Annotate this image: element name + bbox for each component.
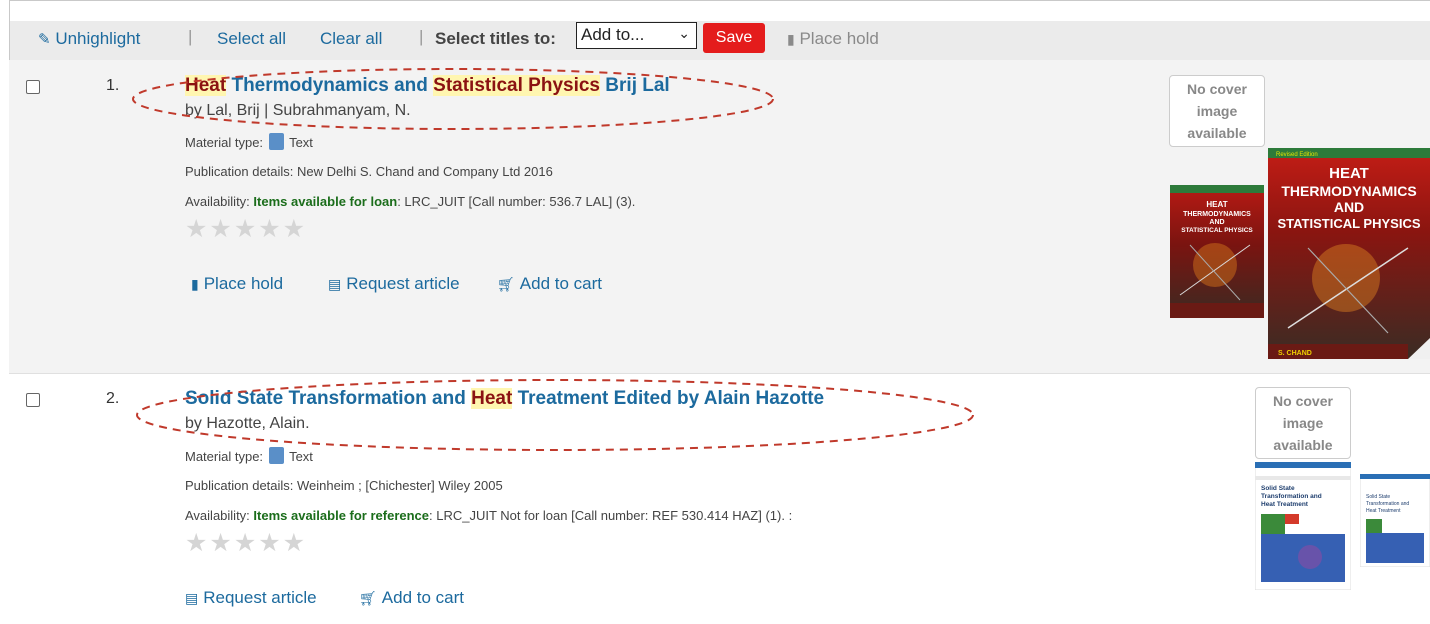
- no-cover-placeholder: No cover image available: [1169, 75, 1265, 147]
- publication-details: Publication details: New Delhi S. Chand …: [185, 164, 553, 179]
- clear-all-link[interactable]: Clear all: [320, 29, 382, 49]
- add-to-cart-link[interactable]: 🛒︎ Add to cart: [497, 274, 602, 294]
- select-titles-label: Select titles to:: [435, 29, 556, 48]
- book-cover-image[interactable]: HEAT THERMODYNAMICS AND STATISTICAL PHYS…: [1170, 185, 1264, 318]
- cart-icon: 🛒︎: [359, 590, 377, 606]
- chevron-down-icon: ⌄: [678, 25, 690, 41]
- result-author: by Lal, Brij | Subrahmanyam, N.: [185, 102, 411, 119]
- bookmark-icon: ▮: [787, 31, 795, 47]
- document-icon: ▤: [185, 590, 199, 606]
- request-article-link[interactable]: ▤ Request article: [185, 588, 317, 608]
- request-article-link[interactable]: ▤ Request article: [328, 274, 460, 294]
- place-hold-toolbar-button[interactable]: ▮ Place hold: [787, 29, 879, 49]
- save-button[interactable]: Save: [703, 23, 765, 53]
- rating-stars[interactable]: ★★★★★: [185, 528, 307, 558]
- cart-icon: 🛒︎: [497, 276, 515, 292]
- svg-text:Heat Treatment: Heat Treatment: [1366, 508, 1401, 514]
- svg-text:STATISTICAL PHYSICS: STATISTICAL PHYSICS: [1181, 227, 1253, 234]
- result-item: 1. Heat Thermodynamics and Statistical P…: [9, 60, 1430, 374]
- publication-details: Publication details: Weinheim ; [Chiches…: [185, 478, 503, 493]
- svg-text:Heat Treatment: Heat Treatment: [1261, 501, 1309, 508]
- toolbar-separator: |: [188, 27, 193, 46]
- rating-stars[interactable]: ★★★★★: [185, 214, 307, 244]
- result-number: 1.: [106, 77, 120, 94]
- availability: Availability: Items available for loan: …: [185, 194, 636, 209]
- book-cover-image-large[interactable]: Revised Edition HEAT THERMODYNAMICS AND …: [1268, 148, 1430, 359]
- add-to-cart-link[interactable]: 🛒︎ Add to cart: [359, 588, 464, 608]
- svg-text:Revised Edition: Revised Edition: [1276, 152, 1318, 158]
- svg-text:Transformation and: Transformation and: [1366, 501, 1409, 507]
- availability: Availability: Items available for refere…: [185, 508, 793, 523]
- add-to-select[interactable]: Add to... ⌄: [576, 22, 697, 49]
- svg-text:Solid State: Solid State: [1366, 494, 1390, 500]
- pencil-icon: ✎: [38, 31, 51, 48]
- svg-text:HEAT: HEAT: [1206, 200, 1227, 209]
- result-checkbox[interactable]: [26, 80, 40, 94]
- toolbar-separator: |: [419, 27, 424, 46]
- svg-text:Solid State: Solid State: [1261, 485, 1295, 492]
- document-icon: ▤: [328, 276, 342, 292]
- place-hold-link[interactable]: ▮ Place hold: [191, 274, 283, 294]
- result-author: by Hazotte, Alain.: [185, 415, 310, 432]
- svg-text:AND: AND: [1334, 199, 1364, 215]
- book-cover-image[interactable]: Solid State Transformation and Heat Trea…: [1255, 462, 1351, 590]
- svg-text:STATISTICAL PHYSICS: STATISTICAL PHYSICS: [1277, 216, 1420, 231]
- result-item: 2. Solid State Transformation and Heat T…: [9, 375, 1430, 624]
- svg-text:HEAT: HEAT: [1329, 165, 1369, 182]
- result-checkbox[interactable]: [26, 393, 40, 407]
- svg-text:AND: AND: [1209, 219, 1224, 226]
- result-title-link[interactable]: Heat Thermodynamics and Statistical Phys…: [185, 75, 670, 97]
- svg-text:Transformation and: Transformation and: [1261, 493, 1322, 500]
- result-title-link[interactable]: Solid State Transformation and Heat Trea…: [185, 388, 824, 410]
- svg-text:S. CHAND: S. CHAND: [1278, 350, 1312, 357]
- select-all-link[interactable]: Select all: [217, 29, 286, 49]
- book-cover-image-small[interactable]: Solid State Transformation and Heat Trea…: [1360, 474, 1430, 567]
- bookmark-icon: ▮: [191, 276, 199, 292]
- document-icon: [268, 133, 284, 150]
- document-icon: [268, 447, 284, 464]
- svg-text:THERMODYNAMICS: THERMODYNAMICS: [1281, 183, 1416, 199]
- result-number: 2.: [106, 390, 120, 407]
- material-type: Material type: Text: [185, 133, 313, 150]
- unhighlight-button[interactable]: ✎ Unhighlight: [38, 29, 140, 49]
- no-cover-placeholder: No cover image available: [1255, 387, 1351, 459]
- material-type: Material type: Text: [185, 447, 313, 464]
- svg-text:THERMODYNAMICS: THERMODYNAMICS: [1183, 211, 1251, 218]
